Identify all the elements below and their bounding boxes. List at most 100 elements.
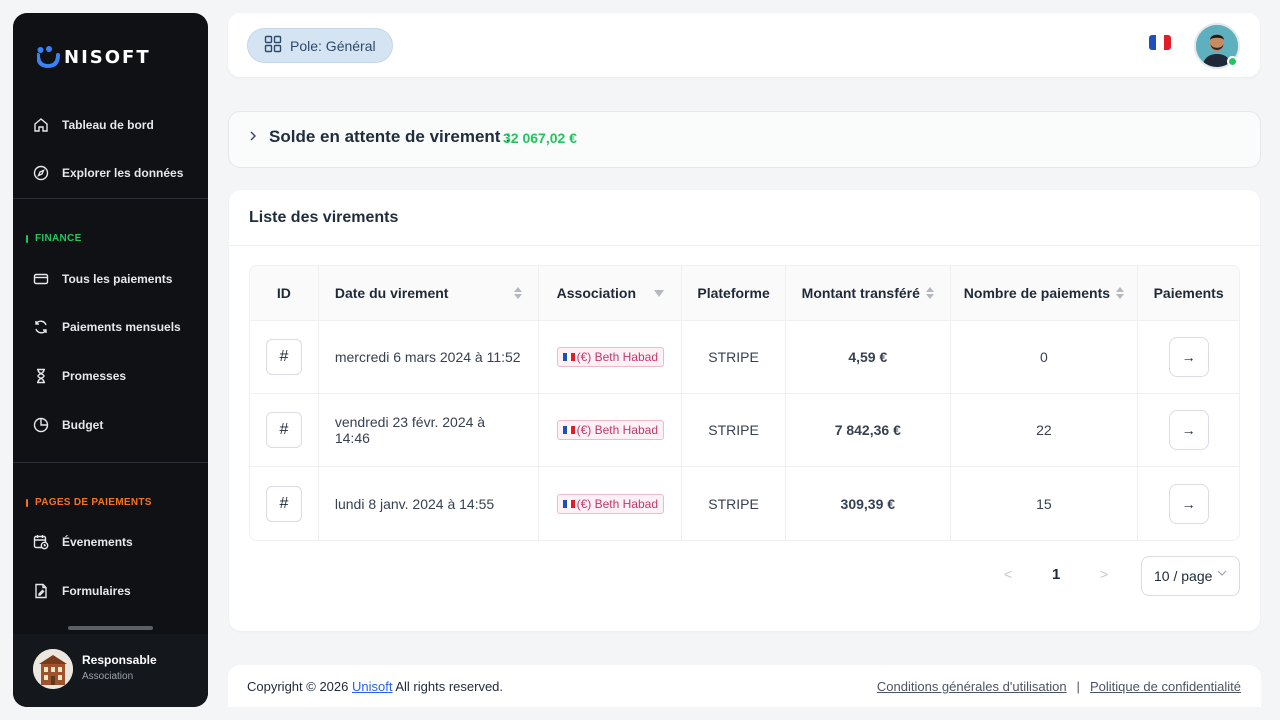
grid-icon <box>264 35 282 56</box>
pie-chart-icon <box>32 416 50 434</box>
sidebar-scrollbar[interactable] <box>68 626 153 630</box>
french-flag-icon <box>562 426 575 434</box>
section-finance: FINANCE <box>26 233 82 244</box>
form-icon <box>32 582 50 600</box>
column-header-platform: Plateforme <box>682 266 786 320</box>
sidebar-item-label: Explorer les données <box>62 166 184 180</box>
brand-name: NISOFT <box>64 46 151 68</box>
platform-value: STRIPE <box>708 422 759 438</box>
sort-icon[interactable] <box>514 287 523 299</box>
transfers-title: Liste des virements <box>249 209 399 226</box>
sidebar-divider <box>13 198 208 199</box>
previous-page-button[interactable]: < <box>1004 566 1012 582</box>
transfers-table: ID Date du virement Association Platefor… <box>249 265 1240 541</box>
transfer-date: lundi 8 janv. 2024 à 14:55 <box>334 495 495 512</box>
platform-value: STRIPE <box>708 349 759 365</box>
association-tag: (€) Beth Habad <box>556 493 665 514</box>
section-marker <box>26 234 28 243</box>
section-payment-pages: PAGES DE PAIEMENTS <box>26 497 152 508</box>
sidebar-item-all-payments[interactable]: Tous les paiements <box>32 267 172 291</box>
pending-balance-panel[interactable]: Solde en attente de virement : 32 067,02… <box>228 111 1261 168</box>
hourglass-icon <box>32 367 50 385</box>
sidebar-item-dashboard[interactable]: Tableau de bord <box>32 113 154 137</box>
refresh-icon <box>32 318 50 336</box>
transfer-date: vendredi 23 févr. 2024 à 14:46 <box>334 414 486 446</box>
copyright: Copyright © 2026 Unisoft All rights rese… <box>247 679 504 694</box>
user-profile[interactable]: Responsable Association <box>13 634 208 707</box>
transfer-date: mercredi 6 mars 2024 à 11:52 <box>334 349 521 365</box>
sidebar: NISOFT Tableau de bord Explorer les donn… <box>13 13 208 707</box>
page-size-select[interactable]: 10 / page <box>1141 556 1240 596</box>
compass-icon <box>32 164 50 182</box>
column-header-payment-count[interactable]: Nombre de paiements <box>951 266 1139 320</box>
footer-links: Conditions générales d'utilisation | Pol… <box>877 679 1241 694</box>
view-payments-button[interactable]: → <box>1168 483 1209 524</box>
chevron-right-icon[interactable] <box>248 129 258 145</box>
copy-id-button[interactable]: # <box>265 412 302 448</box>
user-role: Association <box>82 671 134 682</box>
copy-id-button[interactable]: # <box>265 485 302 522</box>
pending-balance-label: Solde en attente de virement : <box>269 127 511 146</box>
brand-logo[interactable]: NISOFT <box>36 46 151 69</box>
transfers-card: Liste des virements ID Date du virement … <box>229 190 1260 631</box>
company-link[interactable]: Unisoft <box>352 679 392 694</box>
sidebar-item-label: Évenements <box>62 535 133 549</box>
view-payments-button[interactable]: → <box>1168 337 1209 377</box>
top-header: Pole: Général <box>228 13 1260 77</box>
platform-value: STRIPE <box>708 495 759 512</box>
filter-icon[interactable] <box>654 289 664 297</box>
sidebar-item-label: Formulaires <box>62 584 131 598</box>
column-header-id: ID <box>250 266 319 320</box>
pole-selector-button[interactable]: Pole: Général <box>247 28 393 63</box>
sidebar-item-events[interactable]: Évenements <box>32 530 133 554</box>
amount-value: 309,39 € <box>840 495 896 512</box>
column-header-payments: Paiements <box>1153 285 1224 301</box>
page-size-value: 10 / page <box>1154 568 1213 584</box>
sidebar-item-promises[interactable]: Promesses <box>32 364 126 388</box>
copy-id-button[interactable]: # <box>265 339 302 375</box>
sidebar-item-label: Promesses <box>62 369 127 383</box>
terms-link[interactable]: Conditions générales d'utilisation <box>877 679 1067 694</box>
sort-icon[interactable] <box>1116 287 1125 299</box>
footer-separator: | <box>1076 679 1080 694</box>
column-header-amount[interactable]: Montant transféré <box>786 266 951 320</box>
privacy-link[interactable]: Politique de confidentialité <box>1090 679 1241 694</box>
footer: Copyright © 2026 Unisoft All rights rese… <box>228 665 1261 707</box>
amount-value: 4,59 € <box>848 349 888 365</box>
table-row: # mercredi 6 mars 2024 à 11:52 (€) Beth … <box>250 321 1239 394</box>
current-page[interactable]: 1 <box>1052 566 1060 583</box>
payment-count-value: 0 <box>1040 349 1048 365</box>
association-avatar <box>33 649 73 689</box>
sidebar-item-explore[interactable]: Explorer les données <box>32 161 183 185</box>
table-row: # vendredi 23 févr. 2024 à 14:46 (€) Bet… <box>250 394 1239 467</box>
sort-icon[interactable] <box>925 287 934 299</box>
section-label: PAGES DE PAIEMENTS <box>35 497 152 508</box>
calendar-clock-icon <box>32 533 50 551</box>
sidebar-item-label: Budget <box>62 418 104 432</box>
view-payments-button[interactable]: → <box>1168 410 1209 450</box>
chevron-down-icon <box>1217 569 1227 580</box>
payment-count-value: 15 <box>1036 495 1052 512</box>
pagination: < 1 > 10 / page <box>229 556 1260 596</box>
french-flag-icon <box>562 499 575 508</box>
next-page-button[interactable]: > <box>1100 566 1108 582</box>
pending-balance-amount: 32 067,02 € <box>503 130 577 146</box>
sidebar-item-label: Tous les paiements <box>62 272 173 286</box>
table-header-row: ID Date du virement Association Platefor… <box>250 266 1239 321</box>
card-icon <box>32 270 50 288</box>
column-header-date[interactable]: Date du virement <box>319 266 540 320</box>
user-name: Responsable <box>82 653 157 667</box>
payment-count-value: 22 <box>1036 422 1052 438</box>
column-header-association: Association <box>539 266 683 320</box>
sidebar-divider <box>13 462 208 463</box>
sidebar-item-label: Tableau de bord <box>62 118 154 132</box>
sidebar-item-label: Paiements mensuels <box>62 320 181 334</box>
unisoft-logo-icon <box>36 46 61 69</box>
table-row: # lundi 8 janv. 2024 à 14:55 (€) Beth Ha… <box>250 467 1239 540</box>
sidebar-item-budget[interactable]: Budget <box>32 413 103 437</box>
section-marker <box>26 498 28 507</box>
sidebar-item-forms[interactable]: Formulaires <box>32 579 131 603</box>
french-flag-icon[interactable] <box>1149 35 1171 50</box>
home-icon <box>32 116 50 134</box>
sidebar-item-monthly-payments[interactable]: Paiements mensuels <box>32 315 181 339</box>
